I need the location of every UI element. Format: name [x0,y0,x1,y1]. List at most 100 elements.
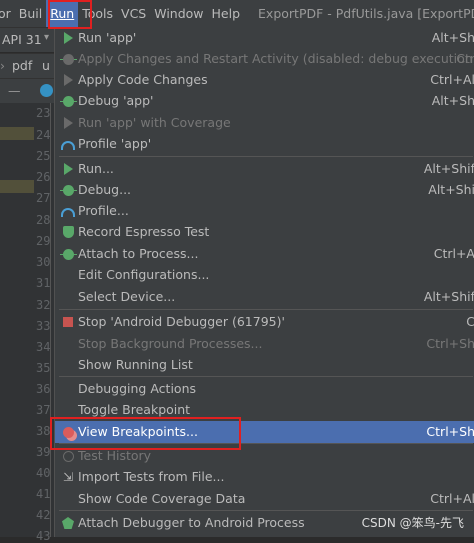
line-highlight [0,180,34,193]
menu-item-select-device[interactable]: Select Device... Alt+Shif [55,286,474,308]
line-number: 36 [36,382,51,396]
menu-item-shortcut: Alt+Shi [428,182,474,197]
menu-item-test-history: Test History [55,445,474,467]
debug-icon [59,183,77,197]
menu-item-label: Select Device... [78,289,176,304]
menu-item-shortcut: Ctrl+Al [430,72,474,87]
line-number: 24 [36,128,51,142]
apply-code-changes-icon [61,73,75,87]
history-icon [61,449,75,463]
coverage-icon [61,116,75,130]
menu-item-show-code-coverage-data[interactable]: Show Code Coverage Data Ctrl+Al [55,488,474,510]
line-number: 29 [36,234,51,248]
menu-bar: or Buil Run Tools VCS Window Help Export… [0,0,474,28]
menu-item-shortcut: C [466,314,474,329]
menu-item-shortcut: Alt+Sh [431,93,474,108]
menu-item-label: Attach Debugger to Android Process [78,515,305,530]
menu-separator [59,443,473,444]
import-icon: ⇲ [62,470,74,484]
menu-item-apply-code-changes[interactable]: Apply Code Changes Ctrl+Al [55,69,474,91]
line-number: 26 [36,170,51,184]
menu-item-label: Apply Code Changes [78,72,208,87]
menu-item-label: Import Tests from File... [78,469,225,484]
menu-item-label: Profile... [78,203,129,218]
menu-run[interactable]: Run [46,0,79,27]
attach-debugger-icon [61,516,75,530]
menu-item-import-tests-from-file[interactable]: ⇲ Import Tests from File... [55,466,474,488]
run-icon [61,31,75,45]
menu-item-edit-configurations[interactable]: Edit Configurations... [55,264,474,286]
menu-item-toggle-breakpoint[interactable]: Toggle Breakpoint [55,399,474,421]
menu-item-shortcut: Ctrl+Al [430,491,474,506]
line-number: 32 [36,298,51,312]
apply-changes-icon [59,52,77,66]
menu-item-label: Debugging Actions [78,381,197,396]
run-icon [61,162,75,176]
line-number: 31 [36,276,51,290]
menu-item-apply-changes-and-restart-activity-disabled-debug-execution: Apply Changes and Restart Activity (disa… [55,48,474,70]
menu-item-profile-app[interactable]: Profile 'app' [55,133,474,155]
menu-item-run[interactable]: Run... Alt+Shif [55,158,474,180]
menu-navigate[interactable]: or [0,0,15,27]
profile-icon [61,137,75,151]
menu-item-debugging-actions[interactable]: Debugging Actions [55,378,474,400]
menu-item-label: Attach to Process... [78,246,199,261]
minimize-icon[interactable]: — [8,83,21,98]
watermark: CSDN @笨鸟-先飞 [361,516,464,530]
menu-item-label: Run... [78,161,114,176]
menu-separator [59,156,473,157]
line-number: 37 [36,403,51,417]
menu-item-stop-android-debugger-61795[interactable]: Stop 'Android Debugger (61795)' C [55,311,474,333]
menu-item-attach-to-process[interactable]: Attach to Process... Ctrl+A [55,243,474,265]
menu-separator [59,309,473,310]
line-number: 34 [36,340,51,354]
line-number: 27 [36,191,51,205]
menu-item-run-app[interactable]: Run 'app' Alt+Sh [55,27,474,49]
menu-item-debug-app[interactable]: Debug 'app' Alt+Sh [55,90,474,112]
menu-window[interactable]: Window [150,0,207,27]
menu-item-label: Edit Configurations... [78,267,210,282]
menu-item-label: Run 'app' with Coverage [78,115,231,130]
menu-item-shortcut: Ctr [456,51,474,66]
menu-item-shortcut: Ctrl+Sh [426,336,474,351]
line-highlight [0,127,34,140]
menu-help[interactable]: Help [208,0,245,27]
java-class-icon [40,84,53,97]
chevron-left-icon: › [0,58,5,73]
line-number: 40 [36,466,51,480]
menu-item-show-running-list[interactable]: Show Running List [55,354,474,376]
menu-item-label: Show Running List [78,357,193,372]
line-number: 25 [36,149,51,163]
menu-item-stop-background-processes: Stop Background Processes... Ctrl+Sh [55,333,474,355]
api-level-selector[interactable]: API 31 [2,32,42,47]
menu-item-label: Test History [78,448,152,463]
menu-item-view-breakpoints[interactable]: View Breakpoints... Ctrl+Sh [55,421,474,443]
espresso-icon [61,225,75,239]
menu-item-label: Debug 'app' [78,93,154,108]
menu-item-record-espresso-test[interactable]: Record Espresso Test [55,221,474,243]
line-number: 33 [36,319,51,333]
menu-item-label: View Breakpoints... [78,424,198,439]
attach-icon [59,247,77,261]
menu-item-profile[interactable]: Profile... [55,200,474,222]
menu-item-label: Apply Changes and Restart Activity (disa… [78,51,474,66]
breadcrumb-pdf[interactable]: pdf [12,58,32,73]
line-number: 39 [36,445,51,459]
menu-item-shortcut: Alt+Shif [423,289,474,304]
menu-item-label: Profile 'app' [78,136,152,151]
profile-icon [61,204,75,218]
menu-item-shortcut: Alt+Sh [431,30,474,45]
chevron-down-icon: ▾ [44,32,50,43]
breadcrumb-next[interactable]: u [42,58,50,73]
menu-item-label: Run 'app' [78,30,137,45]
menu-tools[interactable]: Tools [78,0,117,27]
menu-separator [59,376,473,377]
line-number: 23 [36,106,51,120]
line-number: 38 [36,424,51,438]
menu-item-shortcut: Alt+Shif [423,161,474,176]
run-menu-dropdown: Run 'app' Alt+Sh Apply Changes and Restart… [54,27,474,537]
line-number: 35 [36,361,51,375]
menu-vcs[interactable]: VCS [117,0,150,27]
menu-build[interactable]: Buil [15,0,46,27]
menu-item-debug[interactable]: Debug... Alt+Shi [55,179,474,201]
